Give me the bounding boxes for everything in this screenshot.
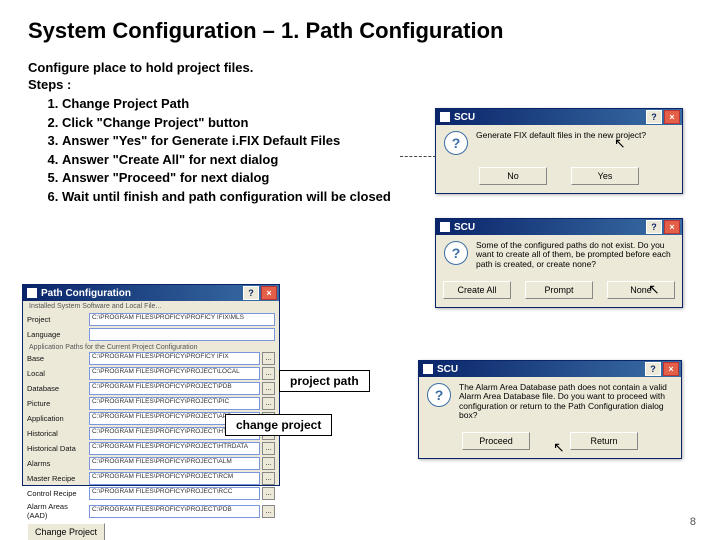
path-row: Historical DataC:\PROGRAM FILES\PROFICY\…: [23, 441, 279, 456]
path-row: DatabaseC:\PROGRAM FILES\PROFICY\PROJECT…: [23, 381, 279, 396]
change-project-button[interactable]: Change Project: [27, 523, 105, 540]
project-label: Project: [27, 315, 89, 324]
app-icon: [423, 364, 433, 374]
help-icon[interactable]: ?: [243, 286, 259, 300]
browse-button[interactable]: ...: [262, 487, 275, 500]
help-icon[interactable]: ?: [645, 362, 661, 376]
browse-button[interactable]: ...: [262, 352, 275, 365]
proceed-button[interactable]: Proceed: [462, 432, 530, 450]
yes-button[interactable]: Yes: [571, 167, 639, 185]
browse-button[interactable]: ...: [262, 457, 275, 470]
callout-project-path: project path: [279, 370, 370, 392]
question-icon: ?: [444, 131, 468, 155]
question-icon: ?: [444, 241, 468, 265]
no-button[interactable]: No: [479, 167, 547, 185]
help-icon[interactable]: ?: [646, 110, 662, 124]
app-icon: [27, 288, 37, 298]
dialog-title: SCU: [454, 222, 475, 233]
dialog-title: SCU: [437, 364, 458, 375]
return-button[interactable]: Return: [570, 432, 638, 450]
slide-title: System Configuration – 1. Path Configura…: [28, 18, 692, 44]
page-number: 8: [690, 516, 696, 528]
path-row: Master RecipeC:\PROGRAM FILES\PROFICY\PR…: [23, 471, 279, 486]
scu-dialog-proceed-return: SCU ? × ? The Alarm Area Database path d…: [418, 360, 682, 459]
dialog-message: Some of the configured paths do not exis…: [476, 241, 674, 269]
create-all-button[interactable]: Create All: [443, 281, 511, 299]
titlebar: Path Configuration ? ×: [23, 285, 279, 301]
scu-dialog-create-paths: SCU ? × ? Some of the configured paths d…: [435, 218, 683, 308]
path-configuration-window: Path Configuration ? × Installed System …: [22, 284, 280, 486]
language-label: Language: [27, 330, 89, 339]
path-rows: BaseC:\PROGRAM FILES\PROFICY\PROFICY IFI…: [23, 351, 279, 521]
path-row: Control RecipeC:\PROGRAM FILES\PROFICY\P…: [23, 486, 279, 501]
close-icon[interactable]: ×: [664, 110, 680, 124]
language-field[interactable]: [89, 328, 275, 341]
help-icon[interactable]: ?: [646, 220, 662, 234]
app-icon: [440, 222, 450, 232]
intro-text: Configure place to hold project files.: [28, 60, 692, 75]
callout-change-project: change project: [225, 414, 332, 436]
close-icon[interactable]: ×: [261, 286, 277, 300]
connector-line: [400, 156, 436, 157]
titlebar: SCU ? ×: [436, 219, 682, 235]
browse-button[interactable]: ...: [262, 397, 275, 410]
close-icon[interactable]: ×: [664, 220, 680, 234]
browse-button[interactable]: ...: [262, 472, 275, 485]
titlebar: SCU ? ×: [419, 361, 681, 377]
browse-button[interactable]: ...: [262, 442, 275, 455]
path-row: Alarm Areas (AAD)C:\PROGRAM FILES\PROFIC…: [23, 501, 279, 521]
none-button[interactable]: None: [607, 281, 675, 299]
dialog-message: The Alarm Area Database path does not co…: [459, 383, 673, 420]
question-icon: ?: [427, 383, 451, 407]
subtitle: Installed System Software and Local File…: [23, 301, 279, 312]
app-icon: [440, 112, 450, 122]
browse-button[interactable]: ...: [262, 382, 275, 395]
titlebar: SCU ? ×: [436, 109, 682, 125]
project-path-field[interactable]: C:\PROGRAM FILES\PROFICY\PROFICY IFIX\ML…: [89, 313, 275, 326]
steps-heading: Steps :: [28, 77, 692, 92]
browse-button[interactable]: ...: [262, 505, 275, 518]
path-row: AlarmsC:\PROGRAM FILES\PROFICY\PROJECT\A…: [23, 456, 279, 471]
path-row: LocalC:\PROGRAM FILES\PROFICY\PROJECT\LO…: [23, 366, 279, 381]
dialog-title: SCU: [454, 112, 475, 123]
close-icon[interactable]: ×: [663, 362, 679, 376]
dialog-message: Generate FIX default files in the new pr…: [476, 131, 646, 155]
section-heading: Application Paths for the Current Projec…: [23, 342, 279, 351]
scu-dialog-generate-defaults: SCU ? × ? Generate FIX default files in …: [435, 108, 683, 194]
path-row: BaseC:\PROGRAM FILES\PROFICY\PROFICY IFI…: [23, 351, 279, 366]
browse-button[interactable]: ...: [262, 367, 275, 380]
window-title: Path Configuration: [41, 288, 131, 299]
prompt-button[interactable]: Prompt: [525, 281, 593, 299]
path-row: PictureC:\PROGRAM FILES\PROFICY\PROJECT\…: [23, 396, 279, 411]
